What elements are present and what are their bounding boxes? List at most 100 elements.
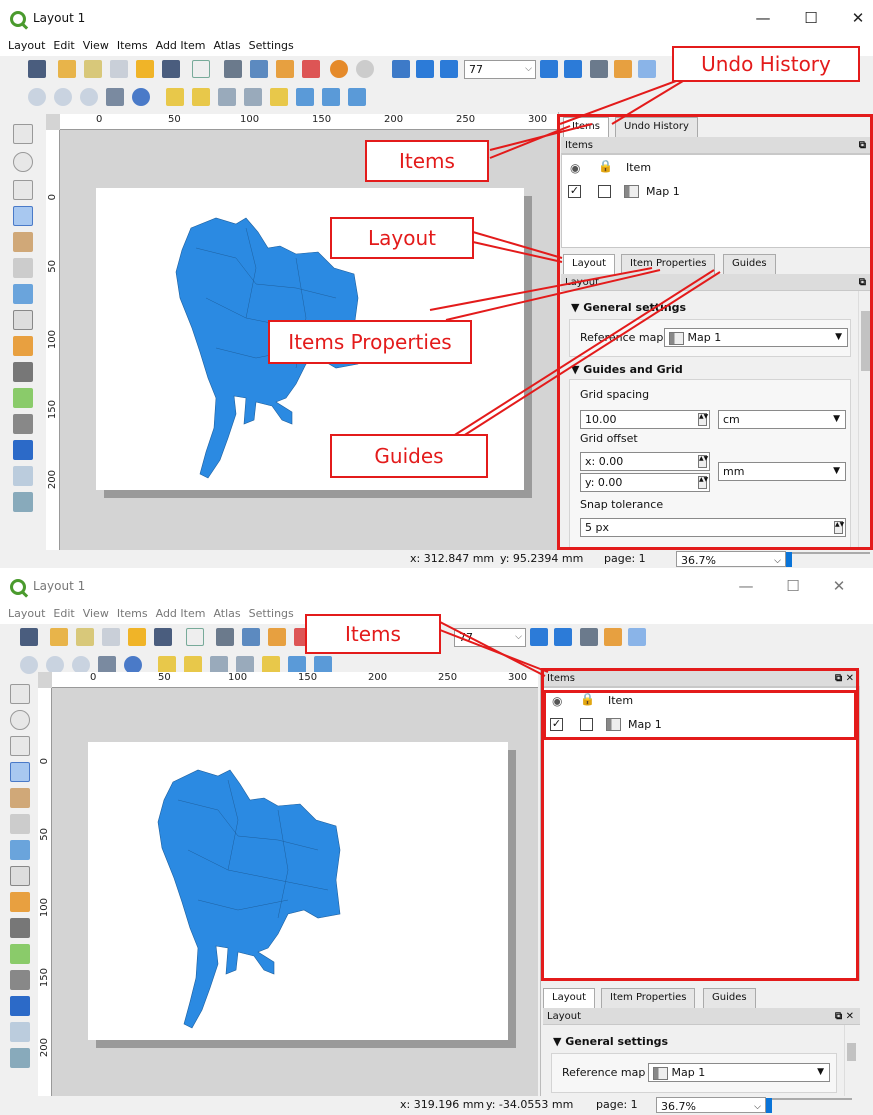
- new-layout-icon[interactable]: [50, 628, 68, 646]
- export-svg-icon[interactable]: [276, 60, 294, 78]
- menu-atlas[interactable]: Atlas: [213, 604, 240, 624]
- map-item-label[interactable]: Map 1: [646, 185, 680, 198]
- general-settings-header[interactable]: ▼ General settings: [553, 1035, 668, 1048]
- atlas-settings-icon[interactable]: [628, 628, 646, 646]
- vertical-ruler[interactable]: 0 50 100 150 200: [38, 688, 52, 1096]
- snap-tolerance-input[interactable]: 5 px ▲▼: [580, 518, 846, 537]
- grid-offset-x-input[interactable]: x: 0.00 ▲▼: [580, 452, 710, 471]
- layout-manager-icon[interactable]: [102, 628, 120, 646]
- menu-layout[interactable]: Layout: [8, 604, 45, 624]
- guides-grid-header[interactable]: ▼ Guides and Grid: [571, 363, 683, 376]
- add-node-item-icon[interactable]: [13, 440, 33, 460]
- stepper-icon[interactable]: ▲▼: [698, 455, 708, 468]
- menu-edit[interactable]: Edit: [53, 36, 74, 56]
- refresh-icon[interactable]: [132, 88, 150, 106]
- last-feature-icon[interactable]: [564, 60, 582, 78]
- add-arrow-icon[interactable]: [10, 970, 30, 990]
- duplicate-icon[interactable]: [76, 628, 94, 646]
- menu-settings[interactable]: Settings: [249, 36, 294, 56]
- add-scalebar-icon[interactable]: [10, 918, 30, 938]
- add-label-icon[interactable]: [13, 310, 33, 330]
- horizontal-ruler[interactable]: 0 50 100 150 200 250 300: [52, 672, 538, 688]
- stepper-icon[interactable]: ▲▼: [834, 521, 844, 534]
- zoom-combo[interactable]: 36.7% ⌵: [676, 551, 786, 567]
- add-picture-icon[interactable]: [10, 840, 30, 860]
- export-atlas-icon[interactable]: [604, 628, 622, 646]
- export-svg-icon[interactable]: [268, 628, 286, 646]
- grid-offset-unit[interactable]: mm ▼: [718, 462, 846, 481]
- menu-layout[interactable]: Layout: [8, 36, 45, 56]
- float-icon[interactable]: ⧉ ✕: [835, 1008, 854, 1025]
- layout-canvas[interactable]: 0 50 100 150 200 250 300 0 50 100 150 20…: [38, 672, 538, 1096]
- add-shape-icon[interactable]: [10, 944, 30, 964]
- menu-view[interactable]: View: [83, 36, 109, 56]
- tab-item-properties[interactable]: Item Properties: [621, 254, 716, 274]
- add-label-icon[interactable]: [10, 866, 30, 886]
- menu-view[interactable]: View: [83, 604, 109, 624]
- select-icon[interactable]: [13, 180, 33, 200]
- menu-add-item[interactable]: Add Item: [156, 604, 206, 624]
- save-icon[interactable]: [28, 60, 46, 78]
- zoom-combo[interactable]: 36.7% ⌵: [656, 1097, 766, 1113]
- add-scalebar-icon[interactable]: [13, 362, 33, 382]
- minimize-button[interactable]: —: [735, 576, 757, 596]
- zoom-full-icon[interactable]: [106, 88, 124, 106]
- first-feature-icon[interactable]: [416, 60, 434, 78]
- add-node-item-icon[interactable]: [10, 996, 30, 1016]
- edit-nodes-icon[interactable]: [13, 232, 33, 252]
- menu-settings[interactable]: Settings: [249, 604, 294, 624]
- ungroup-icon[interactable]: [322, 88, 340, 106]
- save-template-icon[interactable]: [162, 60, 180, 78]
- feature-spinner[interactable]: 77 ⌵: [454, 628, 526, 647]
- zoom-slider-handle[interactable]: [786, 552, 792, 567]
- last-feature-icon[interactable]: [554, 628, 572, 646]
- lower-item-icon[interactable]: [192, 88, 210, 106]
- save-template-icon[interactable]: [154, 628, 172, 646]
- grid-offset-y-input[interactable]: y: 0.00 ▲▼: [580, 473, 710, 492]
- redo-icon[interactable]: [356, 60, 374, 78]
- horizontal-ruler[interactable]: 0 50 100 150 200 250 300: [60, 114, 558, 130]
- vertical-ruler[interactable]: 0 50 100 150 200: [46, 130, 60, 550]
- menu-add-item[interactable]: Add Item: [156, 36, 206, 56]
- lock-checkbox[interactable]: [580, 718, 593, 731]
- tab-layout[interactable]: Layout: [543, 988, 595, 1008]
- tab-guides[interactable]: Guides: [703, 988, 756, 1008]
- add-shape-icon[interactable]: [13, 388, 33, 408]
- zoom-slider-track[interactable]: [790, 552, 870, 554]
- zoom-actual-icon[interactable]: [80, 88, 98, 106]
- zoom-in-icon[interactable]: [28, 88, 46, 106]
- lock-items-icon[interactable]: [348, 88, 366, 106]
- menu-items[interactable]: Items: [117, 604, 148, 624]
- move-content-icon[interactable]: [13, 206, 33, 226]
- layout-scrollbar[interactable]: [844, 1025, 858, 1096]
- align-icon[interactable]: [218, 88, 236, 106]
- atlas-settings-icon[interactable]: [638, 60, 656, 78]
- export-atlas-icon[interactable]: [614, 60, 632, 78]
- add-map-icon[interactable]: [13, 258, 33, 278]
- undo-icon[interactable]: [330, 60, 348, 78]
- next-feature-icon[interactable]: [530, 628, 548, 646]
- add-map-icon[interactable]: [10, 814, 30, 834]
- add-arrow-icon[interactable]: [13, 414, 33, 434]
- move-content-icon[interactable]: [10, 762, 30, 782]
- stepper-icon[interactable]: ▲▼: [698, 413, 708, 426]
- add-legend-icon[interactable]: [10, 892, 30, 912]
- print-icon[interactable]: [216, 628, 234, 646]
- tab-items[interactable]: Items: [563, 117, 609, 137]
- map-item[interactable]: [88, 742, 508, 1040]
- zoom-in-icon[interactable]: [20, 656, 38, 674]
- float-icon[interactable]: ⧉ ✕: [835, 670, 854, 687]
- reference-map-combo[interactable]: Map 1 ▼: [648, 1063, 830, 1082]
- print-icon[interactable]: [224, 60, 242, 78]
- float-icon[interactable]: ⧉: [859, 274, 866, 291]
- page-icon[interactable]: [192, 60, 210, 78]
- scroll-thumb[interactable]: [847, 1043, 856, 1061]
- previous-feature-icon[interactable]: [440, 60, 458, 78]
- reference-map-combo[interactable]: Map 1 ▼: [664, 328, 848, 347]
- save-icon[interactable]: [20, 628, 38, 646]
- grid-spacing-unit[interactable]: cm ▼: [718, 410, 846, 429]
- stepper-icon[interactable]: ▲▼: [698, 476, 708, 489]
- add-html-icon[interactable]: [10, 1022, 30, 1042]
- zoom-slider-track[interactable]: [772, 1098, 852, 1100]
- tab-undo-history[interactable]: Undo History: [615, 117, 698, 137]
